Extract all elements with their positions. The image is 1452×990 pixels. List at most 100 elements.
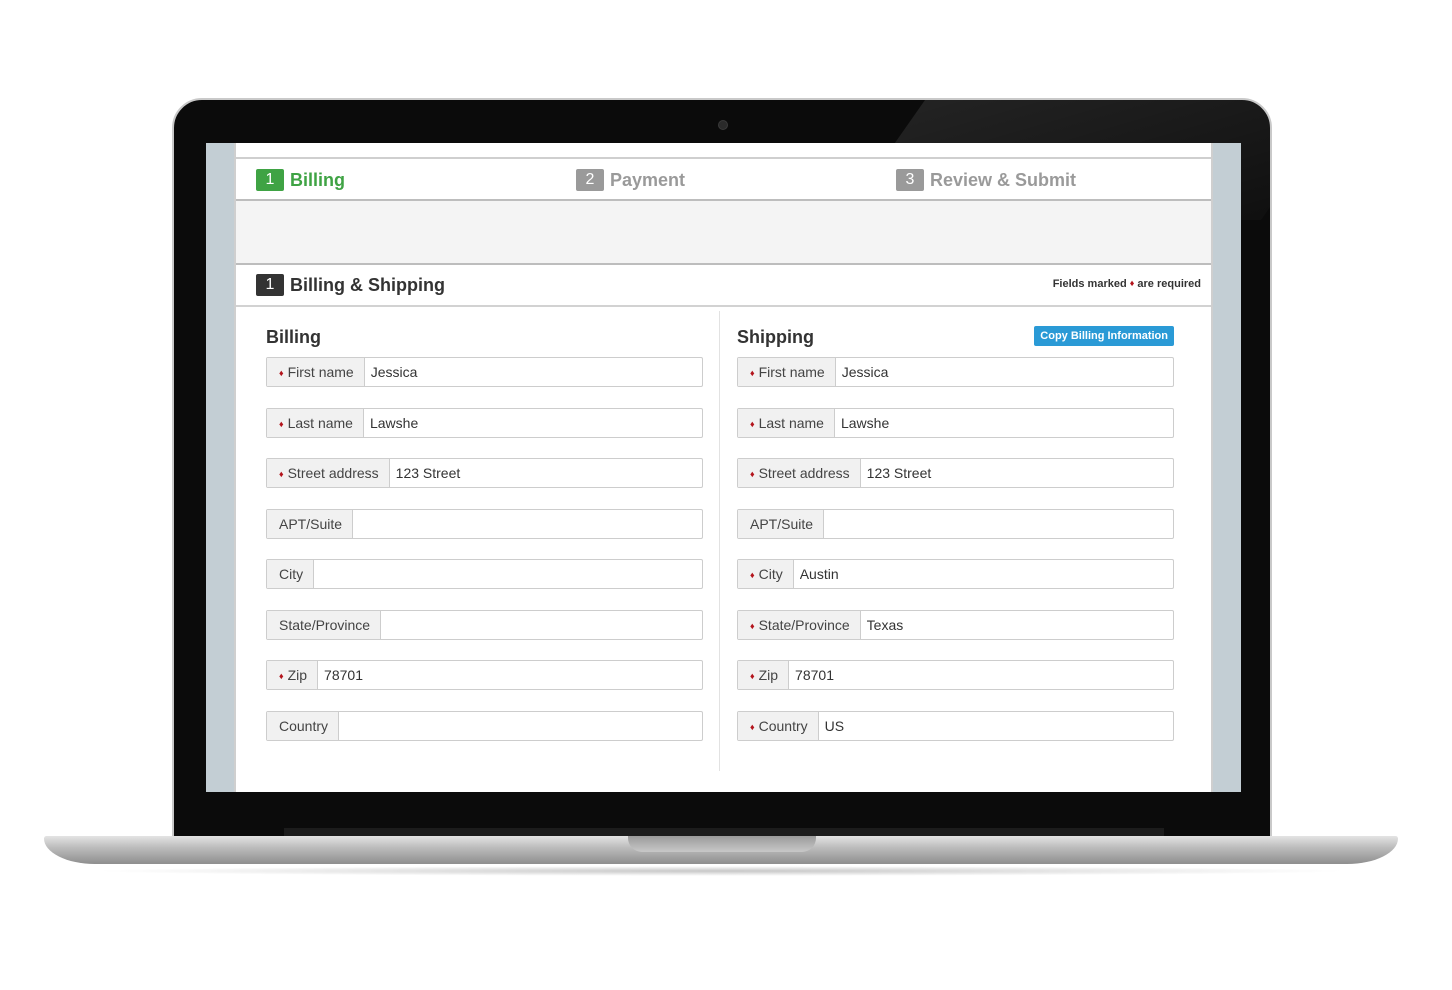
billing-first-name-label: ♦ First name <box>267 358 365 386</box>
billing-street-address-field: ♦ Street address <box>266 458 703 488</box>
step-label: Payment <box>610 169 686 190</box>
billing-zip-field: ♦ Zip <box>266 660 703 690</box>
shipping-last-name-field: ♦ Last name <box>737 407 1174 438</box>
billing-apt-suite-input[interactable] <box>353 509 702 538</box>
field-label-text: Street address <box>287 465 379 481</box>
required-diamond-icon: ♦ <box>279 469 284 479</box>
column-divider <box>719 311 720 771</box>
billing-state-province-label: State/Province <box>267 610 382 639</box>
billing-street-address-label: ♦ Street address <box>267 459 390 487</box>
field-label-text: Last name <box>758 414 824 431</box>
shipping-first-name-field: ♦ First name <box>737 357 1174 387</box>
field-label-text: Country <box>279 717 329 734</box>
step-label: Billing <box>290 169 345 190</box>
field-label-text: Zip <box>758 667 779 683</box>
field-label-text: Last name <box>287 414 353 431</box>
step-billing[interactable]: 1 Billing <box>256 169 345 191</box>
billing-last-name-input[interactable] <box>363 408 702 437</box>
shipping-last-name-label: ♦ Last name <box>738 408 835 437</box>
section-number: 1 <box>256 274 284 296</box>
billing-last-name-field: ♦ Last name <box>266 407 703 438</box>
laptop-shadow <box>90 866 1352 876</box>
billing-apt-suite-label: APT/Suite <box>267 509 354 538</box>
required-diamond-icon: ♦ <box>279 418 284 429</box>
camera-icon <box>718 120 728 130</box>
required-diamond-icon: ♦ <box>750 721 755 732</box>
required-diamond-icon: ♦ <box>750 570 755 580</box>
field-label-text: State/Province <box>279 616 371 633</box>
shipping-apt-suite-input[interactable] <box>824 509 1173 538</box>
laptop-screen: 1 Billing 2 Payment 3 Review & Submit 1 … <box>206 143 1241 792</box>
required-diamond-icon: ♦ <box>750 418 755 429</box>
shipping-zip-field: ♦ Zip <box>737 660 1174 690</box>
field-label-text: Street address <box>758 465 850 481</box>
required-diamond-icon: ♦ <box>750 620 755 631</box>
checkout-page: 1 Billing 2 Payment 3 Review & Submit 1 … <box>234 143 1213 792</box>
billing-last-name-label: ♦ Last name <box>267 408 364 437</box>
billing-country-input[interactable] <box>339 711 702 740</box>
required-note-prefix: Fields marked <box>1052 278 1127 290</box>
shipping-column: Shipping Copy Billing Information ♦ First… <box>737 323 1174 741</box>
shipping-city-field: ♦ City <box>737 559 1174 589</box>
shipping-country-field: ♦ Country <box>737 710 1174 741</box>
field-label-text: First name <box>287 364 354 380</box>
required-diamond-icon: ♦ <box>1129 278 1135 288</box>
step-number: 2 <box>576 169 604 191</box>
checkout-steps: 1 Billing 2 Payment 3 Review & Submit <box>236 157 1211 201</box>
step-label: Review & Submit <box>930 169 1077 190</box>
billing-first-name-input[interactable] <box>364 358 702 386</box>
shipping-street-address-field: ♦ Street address <box>737 458 1174 488</box>
copy-billing-button[interactable]: Copy Billing Information <box>1034 326 1174 346</box>
billing-street-address-input[interactable] <box>389 459 702 487</box>
spacer-band <box>236 201 1211 263</box>
step-number: 3 <box>896 169 924 191</box>
shipping-state-province-input[interactable] <box>860 610 1173 639</box>
field-label-text: Country <box>758 717 808 734</box>
shipping-city-input[interactable] <box>793 560 1173 588</box>
step-payment[interactable]: 2 Payment <box>576 169 685 191</box>
shipping-street-address-input[interactable] <box>860 459 1173 487</box>
shipping-zip-label: ♦ Zip <box>738 661 790 689</box>
step-review-submit[interactable]: 3 Review & Submit <box>896 169 1076 191</box>
field-label-text: APT/Suite <box>279 515 343 532</box>
required-fields-note: Fields marked ♦ are required <box>1053 278 1201 290</box>
shipping-zip-input[interactable] <box>789 661 1173 689</box>
laptop-notch <box>628 836 816 852</box>
billing-title: Billing <box>266 327 321 347</box>
billing-column: Billing ♦First name♦Last name♦Street add… <box>266 323 703 741</box>
billing-country-label: Country <box>267 711 340 740</box>
required-diamond-icon: ♦ <box>279 368 284 378</box>
section-title: 1 Billing & Shipping <box>256 274 445 296</box>
shipping-country-input[interactable] <box>818 711 1173 740</box>
billing-state-province-input[interactable] <box>381 610 702 639</box>
shipping-first-name-input[interactable] <box>835 358 1173 386</box>
required-diamond-icon: ♦ <box>279 671 284 681</box>
billing-city-field: City <box>266 559 703 589</box>
section-title-text: Billing & Shipping <box>290 274 445 295</box>
field-label-text: State/Province <box>758 616 850 633</box>
billing-apt-suite-field: APT/Suite <box>266 508 703 539</box>
required-note-suffix: are required <box>1137 278 1201 290</box>
required-diamond-icon: ♦ <box>750 671 755 681</box>
field-label-text: City <box>758 566 783 582</box>
billing-state-province-field: State/Province <box>266 609 703 640</box>
field-label-text: APT/Suite <box>750 515 814 532</box>
shipping-state-province-label: ♦ State/Province <box>738 610 861 639</box>
shipping-last-name-input[interactable] <box>834 408 1173 437</box>
billing-first-name-field: ♦ First name <box>266 357 703 387</box>
billing-zip-input[interactable] <box>318 661 702 689</box>
shipping-street-address-label: ♦ Street address <box>738 459 861 487</box>
billing-city-input[interactable] <box>314 560 702 588</box>
required-diamond-icon: ♦ <box>750 368 755 378</box>
shipping-country-label: ♦ Country <box>738 711 819 740</box>
shipping-first-name-label: ♦ First name <box>738 358 836 386</box>
field-label-text: Zip <box>287 667 308 683</box>
shipping-apt-suite-label: APT/Suite <box>738 509 825 538</box>
billing-zip-label: ♦ Zip <box>267 661 319 689</box>
field-label-text: City <box>279 566 304 582</box>
step-number: 1 <box>256 169 284 191</box>
section-header: 1 Billing & Shipping Fields marked ♦ are… <box>236 263 1211 307</box>
shipping-state-province-field: ♦ State/Province <box>737 609 1174 640</box>
billing-city-label: City <box>267 560 315 588</box>
billing-country-field: Country <box>266 710 703 741</box>
